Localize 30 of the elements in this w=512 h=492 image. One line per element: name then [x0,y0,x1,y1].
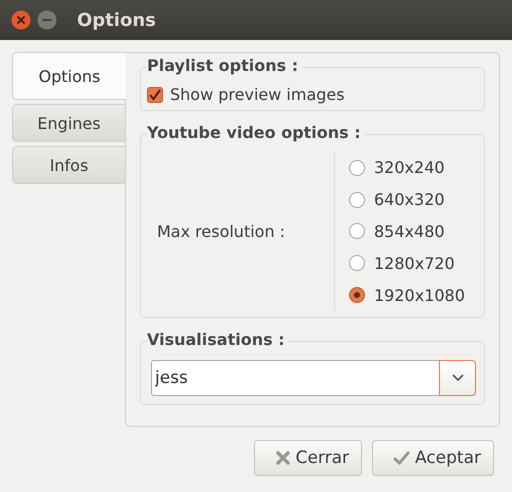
minimize-icon[interactable] [37,10,57,30]
close-button[interactable]: Cerrar [254,440,362,476]
radio-button[interactable] [349,223,365,240]
close-icon[interactable] [11,10,31,30]
group-title: Youtube video options : [147,123,361,142]
group-title: Visualisations : [147,330,285,349]
radio-label: 1920x1080 [374,286,465,305]
radio-label: 320x240 [374,158,445,178]
group-title: Playlist options : [147,56,298,75]
dropdown-button[interactable] [439,360,476,396]
caret-icon [452,374,464,382]
radio-button[interactable] [349,287,365,304]
window-title: Options [77,10,156,30]
accept-button[interactable]: Aceptar [372,440,494,476]
radio-button[interactable] [349,192,365,208]
tab[interactable]: Infos [12,146,125,184]
checkbox-label: Show preview images [170,85,345,104]
radio-button[interactable] [349,160,365,176]
radio-label: 640x320 [374,190,445,210]
radio-label: 1280x720 [374,254,455,273]
check-icon [393,450,410,466]
radio-button[interactable] [349,255,365,272]
check-icon [148,88,162,102]
field-label: Max resolution : [157,222,286,241]
cross-icon [274,450,291,466]
combo-field[interactable]: jess [151,360,439,396]
tab[interactable]: Engines [12,104,125,142]
checkbox[interactable] [147,86,163,102]
radio-label: 854x480 [374,222,445,241]
tab[interactable]: Options [12,52,126,100]
